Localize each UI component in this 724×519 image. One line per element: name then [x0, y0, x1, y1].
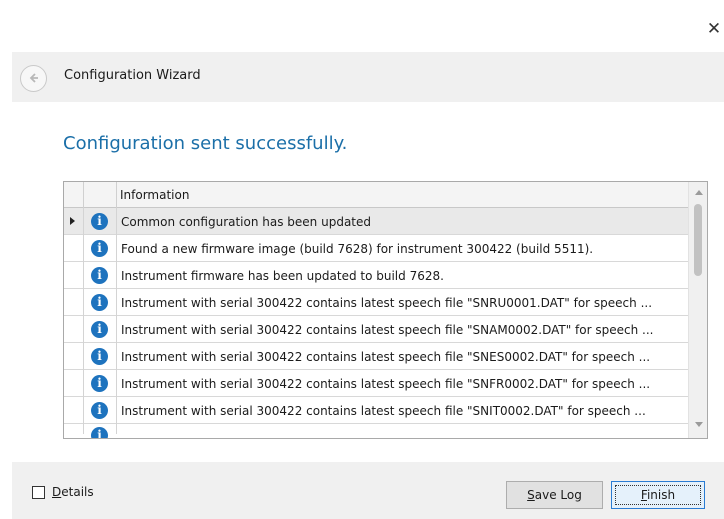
wizard-title: Configuration Wizard: [64, 68, 201, 83]
finish-button[interactable]: Finish: [611, 481, 705, 509]
arrow-left-icon: [29, 73, 38, 83]
footer-bar: Details Save Log Finish: [12, 462, 724, 519]
save-log-button[interactable]: Save Log: [506, 481, 603, 509]
wizard-header: Configuration Wizard: [12, 52, 724, 102]
row-text: Instrument with serial 300422 contains l…: [121, 323, 654, 337]
row-indicator-cell: [64, 208, 84, 235]
finish-button-label: Finish: [640, 488, 676, 502]
row-indicator-cell: [64, 397, 84, 424]
page-title: Configuration sent successfully.: [63, 133, 348, 154]
scroll-up-icon[interactable]: [695, 190, 703, 195]
row-text: Instrument firmware has been updated to …: [121, 269, 444, 283]
row-icon-cell: i: [84, 262, 117, 289]
info-icon: i: [91, 348, 108, 365]
row-indicator-icon: [70, 217, 75, 225]
table-row[interactable]: i Instrument with serial 300422 contains…: [64, 370, 688, 397]
title-bar: ✕: [0, 0, 724, 52]
row-icon-cell: i: [84, 343, 117, 370]
row-text: Common configuration has been updated: [121, 215, 372, 229]
info-icon: i: [91, 213, 108, 230]
row-icon-cell: i: [84, 208, 117, 235]
close-icon[interactable]: ✕: [706, 20, 722, 38]
row-indicator-cell: [64, 316, 84, 343]
column-header-information[interactable]: Information: [120, 188, 189, 202]
row-text: Instrument with serial 300422 contains l…: [121, 404, 646, 418]
row-indicator-cell: [64, 289, 84, 316]
info-icon: i: [91, 240, 108, 257]
info-icon: i: [91, 321, 108, 338]
header-indicator-cell: [64, 182, 84, 208]
scrollbar-thumb[interactable]: [694, 204, 702, 276]
row-icon-cell: i: [84, 397, 117, 424]
row-icon-cell: i: [84, 370, 117, 397]
row-text: Instrument with serial 300422 contains l…: [121, 377, 651, 391]
table-row[interactable]: i Instrument with serial 300422 contains…: [64, 397, 688, 424]
table-row[interactable]: i Instrument with serial 300422 contains…: [64, 289, 688, 316]
row-text: Found a new firmware image (build 7628) …: [121, 242, 594, 256]
table-row[interactable]: i Found a new firmware image (build 7628…: [64, 235, 688, 262]
info-icon: i: [91, 294, 108, 311]
grid-header: Information: [64, 182, 688, 208]
table-row[interactable]: i Common configuration has been updated: [64, 208, 688, 235]
table-row[interactable]: i Instrument with serial 300422 contains…: [64, 343, 688, 370]
table-row[interactable]: i Instrument with serial 300422 contains…: [64, 316, 688, 343]
scroll-down-icon[interactable]: [695, 422, 703, 427]
info-icon: i: [91, 402, 108, 419]
row-indicator-cell: [64, 262, 84, 289]
back-button[interactable]: [20, 65, 47, 92]
row-indicator-cell: [64, 343, 84, 370]
row-indicator-cell: [64, 370, 84, 397]
row-indicator-cell: [64, 424, 84, 434]
grid-rows: i Common configuration has been updated …: [64, 208, 688, 438]
info-icon: i: [91, 427, 108, 438]
row-icon-cell: i: [84, 235, 117, 262]
row-icon-cell: i: [84, 289, 117, 316]
details-checkbox[interactable]: [32, 486, 45, 499]
vertical-scrollbar[interactable]: [688, 182, 707, 438]
info-icon: i: [91, 375, 108, 392]
row-icon-cell: i: [84, 424, 117, 438]
row-text: Instrument with serial 300422 contains l…: [121, 350, 651, 364]
info-icon: i: [91, 267, 108, 284]
row-text: Instrument with serial 300422 contains l…: [121, 296, 653, 310]
row-icon-cell: i: [84, 316, 117, 343]
information-grid[interactable]: Information i Common configuration has b…: [63, 181, 708, 439]
table-row-partial[interactable]: i: [64, 424, 688, 438]
row-indicator-cell: [64, 235, 84, 262]
details-label[interactable]: Details: [52, 485, 94, 499]
header-icon-cell: [84, 182, 117, 208]
table-row[interactable]: i Instrument firmware has been updated t…: [64, 262, 688, 289]
